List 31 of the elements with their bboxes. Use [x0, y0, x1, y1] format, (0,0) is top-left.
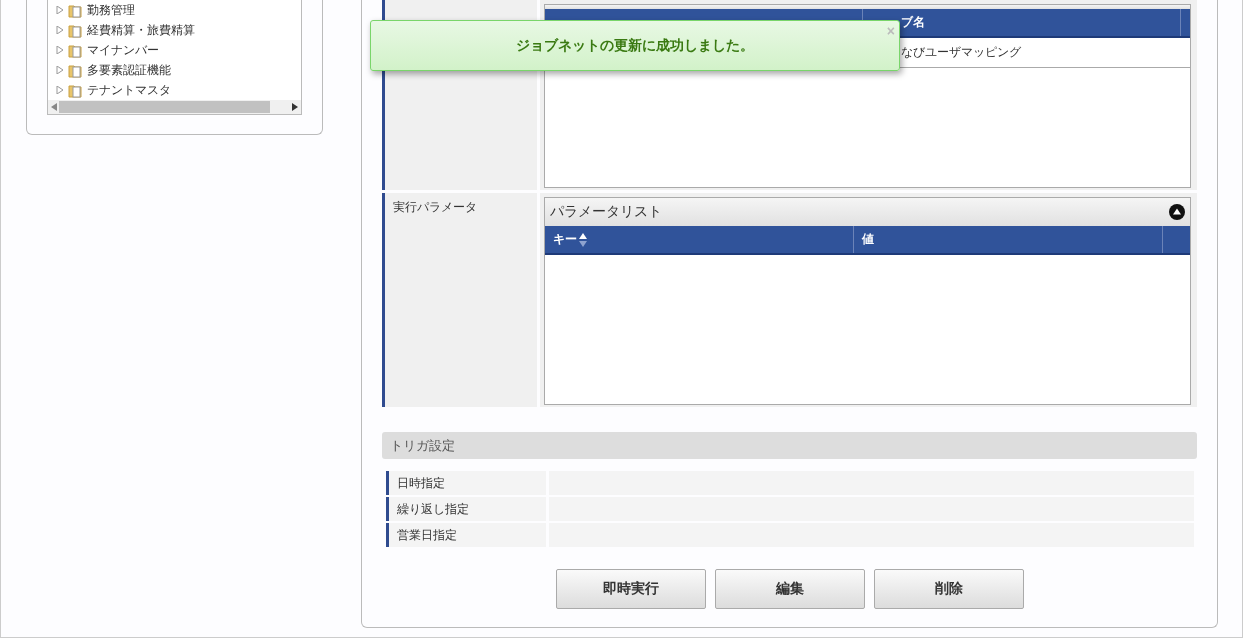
column-header[interactable]: 値 — [854, 226, 1163, 253]
tree-item[interactable]: 勤務管理 — [87, 1, 135, 19]
table-cell-text: なびユーザマッピング — [900, 44, 1022, 61]
action-button[interactable]: 編集 — [714, 569, 865, 609]
scroll-right-icon[interactable] — [292, 103, 298, 111]
column-header[interactable]: キー — [545, 226, 854, 253]
folder-icon — [68, 42, 83, 58]
field-label: 営業日指定 — [386, 523, 546, 547]
folder-icon — [68, 62, 83, 78]
expand-arrow-icon[interactable] — [56, 66, 64, 74]
tree-item[interactable]: 多要素認証機能 — [87, 61, 171, 79]
grid-title: パラメータリスト — [550, 203, 662, 221]
action-button[interactable]: 削除 — [873, 569, 1024, 609]
action-button[interactable]: 即時実行 — [555, 569, 706, 609]
field-label: 実行パラメータ — [382, 193, 537, 407]
expand-arrow-icon[interactable] — [56, 6, 64, 14]
field-label: 繰り返し指定 — [386, 497, 546, 521]
folder-icon — [68, 22, 83, 38]
expand-arrow-icon[interactable] — [56, 86, 64, 94]
section-header: トリガ設定 — [382, 432, 1197, 459]
scroll-left-icon[interactable] — [51, 103, 57, 111]
expand-arrow-icon[interactable] — [56, 26, 64, 34]
toast-message: ジョブネットの更新に成功しました。 — [516, 36, 754, 55]
collapse-icon[interactable] — [1169, 204, 1185, 220]
field-label: 日時指定 — [386, 471, 546, 495]
expand-arrow-icon[interactable] — [56, 46, 64, 54]
horizontal-scrollbar[interactable] — [48, 100, 301, 114]
folder-icon — [68, 82, 83, 98]
tree-item[interactable]: 経費精算・旅費精算 — [87, 21, 195, 39]
tree-item[interactable]: マイナンバー — [87, 41, 159, 59]
tree-item[interactable]: テナントマスタ — [87, 81, 171, 99]
